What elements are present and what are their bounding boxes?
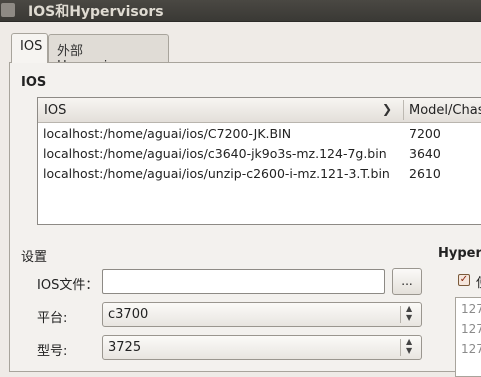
platform-value: c3700 <box>108 307 149 322</box>
platform-label: 平台: <box>37 311 68 326</box>
tab-bar: IOS 外部Hypervisors <box>0 21 481 74</box>
hypervisor-section-title: Hyper <box>438 246 481 261</box>
ios-file-label: IOS文件： <box>37 278 99 293</box>
ios-image-path: localhost:/home/aguai/ios/unzip-c2600-i-… <box>43 166 390 181</box>
platform-select[interactable]: c3700 ▲ ▼ <box>102 302 422 327</box>
column-header-ios[interactable]: IOS <box>44 103 66 118</box>
tab-ios[interactable]: IOS <box>11 33 48 63</box>
list-header: IOS ❯ Model/Chas <box>38 98 481 123</box>
model-select[interactable]: 3725 ▲ ▼ <box>102 335 422 360</box>
ios-model: 7200 <box>409 126 441 141</box>
app-icon <box>1 3 15 17</box>
model-label: 型号: <box>37 344 68 359</box>
ios-model: 2610 <box>409 166 441 181</box>
title-bar[interactable]: IOS和Hypervisors <box>0 0 481 22</box>
column-separator[interactable] <box>403 100 404 120</box>
tab-external-hypervisors[interactable]: 外部Hypervisors <box>48 34 169 74</box>
window-title: IOS和Hypervisors <box>28 4 164 20</box>
up-down-chevron-icon: ▲ ▼ <box>406 337 413 355</box>
list-item[interactable]: 127 <box>461 302 481 316</box>
combo-separator <box>400 339 401 356</box>
table-row[interactable]: localhost:/home/aguai/ios/unzip-c2600-i-… <box>38 164 481 184</box>
use-hypervisor-label: 使 <box>476 272 481 291</box>
column-header-model[interactable]: Model/Chas <box>409 103 481 118</box>
use-hypervisor-checkbox[interactable]: ✓ <box>458 274 470 286</box>
browse-button[interactable]: ... <box>392 268 422 295</box>
settings-section-title: 设置 <box>21 250 48 265</box>
table-row[interactable]: localhost:/home/aguai/ios/c3640-jk9o3s-m… <box>38 144 481 164</box>
ios-file-input[interactable] <box>102 269 385 294</box>
chevron-down-icon[interactable]: ❯ <box>382 102 392 116</box>
list-item[interactable]: 127 <box>461 342 481 356</box>
check-icon: ✓ <box>459 274 469 285</box>
list-item[interactable]: 127 <box>461 322 481 336</box>
up-down-chevron-icon: ▲ ▼ <box>406 304 413 322</box>
combo-separator <box>400 306 401 323</box>
model-value: 3725 <box>108 340 142 355</box>
hypervisor-list[interactable]: 127 127 127 <box>455 297 481 377</box>
ios-image-path: localhost:/home/aguai/ios/c3640-jk9o3s-m… <box>43 146 387 161</box>
table-row[interactable]: localhost:/home/aguai/ios/C7200-JK.BIN 7… <box>38 124 481 144</box>
ios-image-path: localhost:/home/aguai/ios/C7200-JK.BIN <box>43 126 292 141</box>
ios-image-list[interactable]: IOS ❯ Model/Chas localhost:/home/aguai/i… <box>37 97 481 225</box>
ios-model: 3640 <box>409 146 441 161</box>
ios-section-title: IOS <box>21 75 47 90</box>
